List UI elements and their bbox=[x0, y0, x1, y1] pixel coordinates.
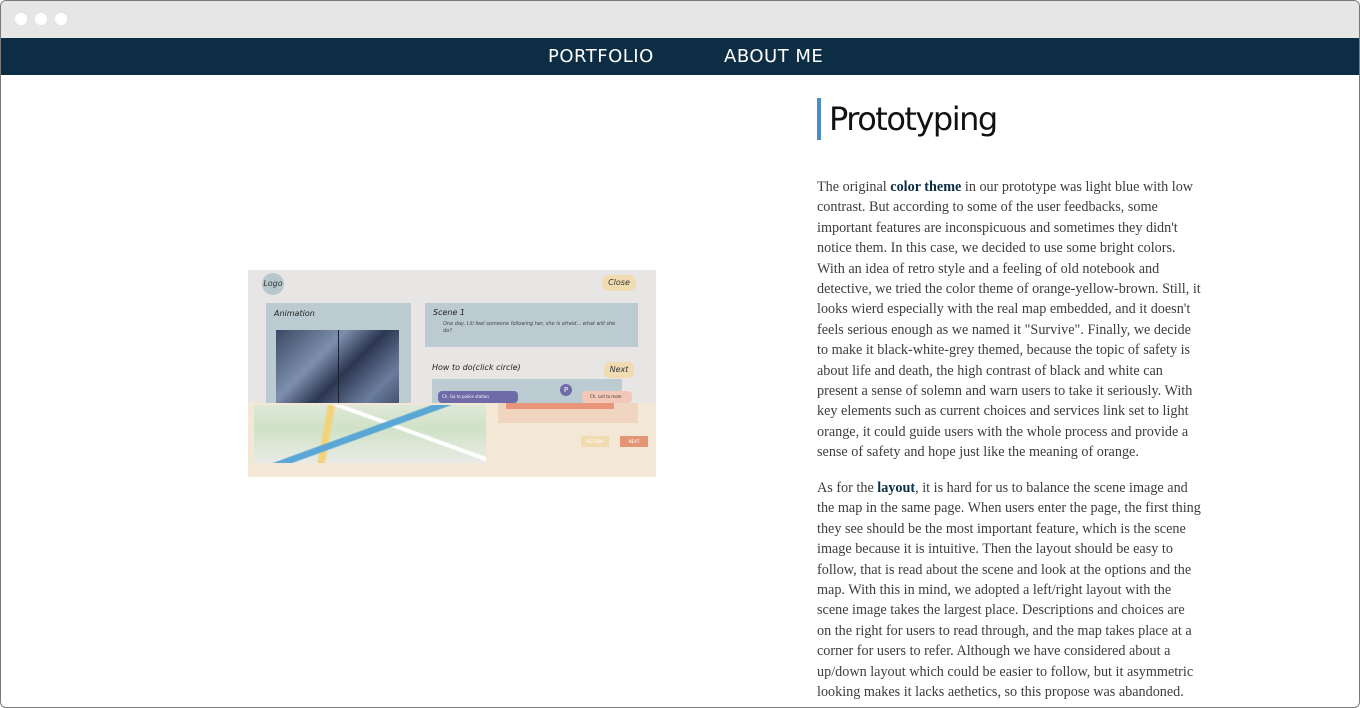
mock-next-button: Next bbox=[604, 362, 634, 378]
nav-portfolio-link[interactable]: PORTFOLIO bbox=[548, 38, 654, 75]
heading-accent-bar bbox=[817, 98, 821, 140]
mock-choice-a: Ch. Go to police station bbox=[438, 391, 518, 403]
top-navigation: PORTFOLIO ABOUT ME bbox=[1, 38, 1359, 75]
mock-scene-text: One day, Lili feel someone following her… bbox=[443, 321, 616, 334]
mock-return-button: RETURN bbox=[581, 436, 609, 447]
mock-animation-panel: Animation bbox=[266, 303, 411, 408]
browser-window: PORTFOLIO ABOUT ME Logo Close Animation … bbox=[0, 0, 1360, 708]
mock-animation-frames bbox=[276, 330, 399, 408]
mock-animation-label: Animation bbox=[274, 309, 315, 318]
nav-about-me-link[interactable]: ABOUT ME bbox=[724, 38, 823, 75]
paragraph-text: The original bbox=[817, 179, 891, 195]
window-maximize-dot-icon[interactable] bbox=[55, 13, 67, 25]
mock-scene-title: Scene 1 bbox=[433, 308, 466, 317]
paragraph-color-theme: The original color theme in our prototyp… bbox=[817, 177, 1201, 463]
paragraph-text: in our prototype was light blue with low… bbox=[817, 179, 1201, 461]
mock-howto-label: How to do(click circle) bbox=[432, 363, 521, 372]
prototype-screenshot-image: Logo Close Animation Scene 1 One day, Li… bbox=[248, 270, 656, 477]
mock-map bbox=[254, 405, 486, 463]
mock-scene-panel: Scene 1 One day, Lili feel someone follo… bbox=[425, 303, 638, 347]
keyword-color-theme: color theme bbox=[890, 179, 962, 195]
paragraph-text: , it is hard for us to balance the scene… bbox=[817, 480, 1201, 701]
paragraph-layout: As for the layout, it is hard for us to … bbox=[817, 478, 1201, 702]
paragraph-text: As for the bbox=[817, 480, 878, 496]
window-minimize-dot-icon[interactable] bbox=[35, 13, 47, 25]
page-title: Prototyping bbox=[829, 100, 998, 138]
mock-services-bar-accent bbox=[506, 403, 614, 409]
mock-close-button: Close bbox=[602, 275, 636, 291]
mock-choices-area: P Ch. Go to police station Ch. call to m… bbox=[432, 379, 632, 403]
mock-pin-icon: P bbox=[560, 384, 572, 396]
mock-choice-b: Ch. call to mom bbox=[582, 391, 632, 403]
mock-next-small-button: NEXT bbox=[620, 436, 648, 447]
mock-logo: Logo bbox=[262, 273, 284, 295]
window-titlebar bbox=[1, 1, 1359, 38]
keyword-layout: layout bbox=[877, 480, 916, 496]
window-close-dot-icon[interactable] bbox=[15, 13, 27, 25]
